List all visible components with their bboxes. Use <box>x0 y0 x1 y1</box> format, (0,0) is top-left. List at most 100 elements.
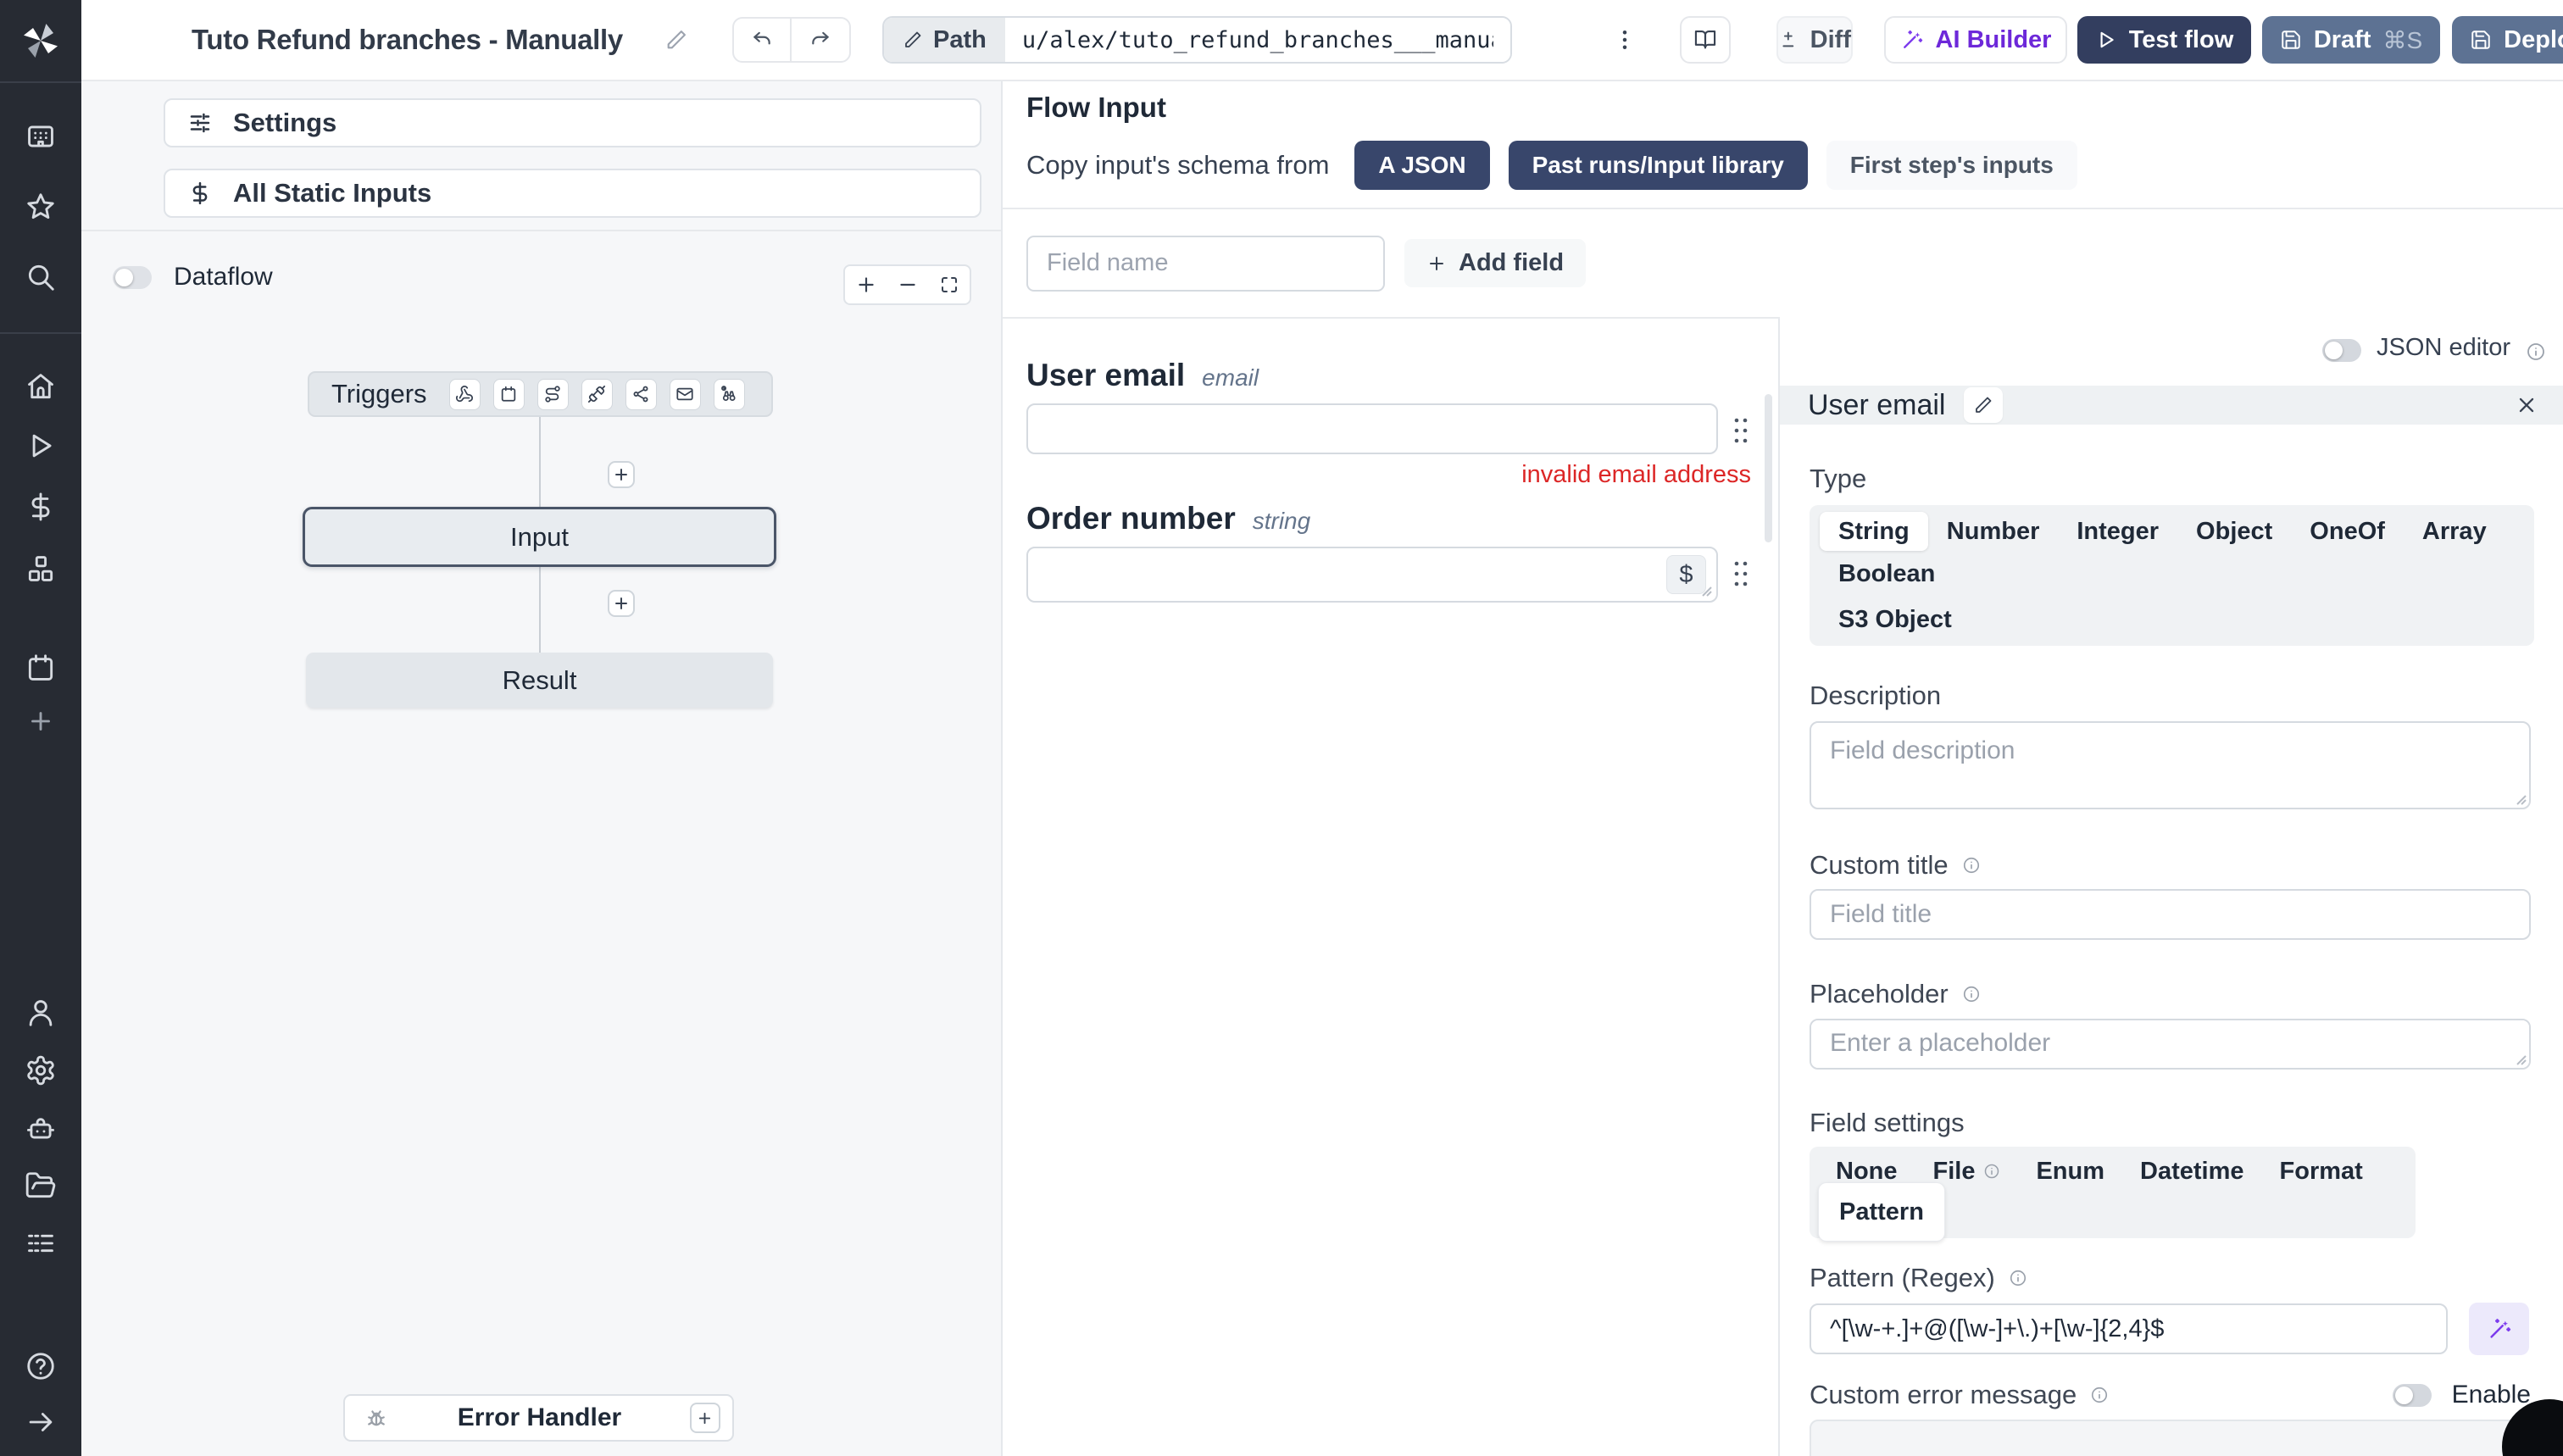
poll-watch-trigger-icon[interactable] <box>713 378 745 410</box>
play-icon <box>2100 31 2114 48</box>
websocket-trigger-icon[interactable] <box>581 378 613 410</box>
copy-from-past-runs-button[interactable]: Past runs/Input library <box>1508 141 1808 190</box>
field-name-input[interactable] <box>1026 235 1385 292</box>
type-option-oneof[interactable]: OneOf <box>2291 512 2404 551</box>
ai-builder-button[interactable]: AI Builder <box>1884 16 2067 64</box>
close-panel-button[interactable] <box>2510 389 2543 421</box>
type-option-integer[interactable]: Integer <box>2058 512 2177 551</box>
dataflow-toggle[interactable] <box>113 265 152 289</box>
email-trigger-icon[interactable] <box>669 378 701 410</box>
test-flow-button[interactable]: Test flow <box>2077 16 2251 64</box>
workspace-icon[interactable] <box>25 120 57 153</box>
path-edit-button[interactable]: Path <box>884 18 1005 62</box>
redo-button[interactable] <box>792 19 849 61</box>
insert-step-button[interactable] <box>608 461 635 488</box>
edit-title-pencil-icon[interactable] <box>664 28 688 52</box>
placeholder-textarea[interactable] <box>1810 1019 2531 1070</box>
info-icon[interactable] <box>1962 985 1981 1003</box>
home-icon[interactable] <box>25 370 57 403</box>
ai-regex-wand-button[interactable] <box>2469 1303 2529 1355</box>
add-error-handler-button[interactable] <box>689 1403 720 1433</box>
save-draft-button[interactable]: Draft ⌘S <box>2262 16 2440 64</box>
diff-button[interactable]: Diff <box>1776 16 1853 64</box>
order-number-value-input[interactable]: $ <box>1026 547 1718 603</box>
add-plus-icon[interactable] <box>25 705 57 737</box>
insert-step-button[interactable] <box>608 590 635 617</box>
info-icon[interactable] <box>2009 1269 2027 1287</box>
field-type: string <box>1252 508 1311 534</box>
kafka-trigger-icon[interactable] <box>625 378 657 410</box>
enable-label: Enable <box>2451 1381 2531 1409</box>
docs-button[interactable] <box>1680 16 1731 64</box>
validation-error: invalid email address <box>1521 461 1751 488</box>
variables-dollar-icon[interactable] <box>25 491 57 523</box>
folders-icon[interactable] <box>25 1170 57 1202</box>
resources-boxes-icon[interactable] <box>25 553 57 585</box>
undo-button[interactable] <box>734 19 792 61</box>
all-static-inputs-card[interactable]: All Static Inputs <box>164 169 981 218</box>
info-icon[interactable] <box>1962 856 1981 875</box>
plus-icon <box>1430 256 1443 270</box>
schedules-calendar-icon[interactable] <box>25 652 57 684</box>
custom-title-input[interactable] <box>1810 889 2531 940</box>
variable-picker-button[interactable]: $ <box>1666 555 1706 594</box>
flow-canvas[interactable]: Settings All Static Inputs Dataflow Trig… <box>81 81 1003 1456</box>
input-node[interactable]: Input <box>303 507 776 567</box>
pattern-row <box>1810 1303 2531 1355</box>
custom-error-toggle[interactable] <box>2392 1383 2432 1407</box>
setting-option-pattern[interactable]: Pattern <box>1818 1182 1945 1242</box>
add-field-button[interactable]: Add field <box>1404 239 1587 287</box>
path-input[interactable] <box>1004 18 1510 62</box>
copy-from-json-button[interactable]: A JSON <box>1354 141 1490 190</box>
type-option-array[interactable]: Array <box>2404 512 2505 551</box>
type-option-string[interactable]: String <box>1820 512 1928 551</box>
info-icon[interactable] <box>2526 342 2546 362</box>
type-option-boolean[interactable]: Boolean <box>1820 554 1954 593</box>
custom-error-textarea[interactable] <box>1810 1420 2531 1456</box>
audit-list-icon[interactable] <box>25 1227 57 1259</box>
zoom-fit-button[interactable] <box>928 266 970 303</box>
flow-input-body: Add field User email email <box>1003 209 2563 1456</box>
drag-handle-icon[interactable] <box>1732 559 1750 589</box>
scrollbar-thumb[interactable] <box>1765 394 1772 542</box>
user-icon[interactable] <box>25 997 57 1029</box>
zoom-out-button[interactable] <box>887 266 928 303</box>
property-editor-panel: JSON editor User email Type String Numbe… <box>1780 209 2563 1456</box>
copy-from-first-step-button[interactable]: First step's inputs <box>1826 141 2077 190</box>
description-textarea[interactable] <box>1810 721 2531 809</box>
add-field-row: Add field <box>1003 209 1780 319</box>
path-group: Path <box>882 16 1512 64</box>
settings-gear-icon[interactable] <box>25 1054 57 1086</box>
runs-play-icon[interactable] <box>25 430 57 462</box>
magic-wand-icon <box>1903 30 1922 48</box>
setting-option-enum[interactable]: Enum <box>2018 1152 2122 1191</box>
type-option-s3object[interactable]: S3 Object <box>1820 600 1971 639</box>
more-options-kebab-icon[interactable] <box>1605 20 1644 59</box>
setting-option-datetime[interactable]: Datetime <box>2122 1152 2262 1191</box>
triggers-node[interactable]: Triggers <box>308 371 773 417</box>
search-icon[interactable] <box>25 261 57 293</box>
schedule-trigger-icon[interactable] <box>492 378 525 410</box>
zoom-in-button[interactable] <box>845 266 887 303</box>
deploy-button[interactable]: Deploy <box>2452 16 2563 64</box>
type-option-object[interactable]: Object <box>2177 512 2291 551</box>
favorites-star-icon[interactable] <box>25 191 57 223</box>
json-editor-toggle[interactable] <box>2322 339 2362 362</box>
type-option-number[interactable]: Number <box>1928 512 2059 551</box>
http-route-trigger-icon[interactable] <box>537 378 569 410</box>
expand-sidebar-arrow-icon[interactable] <box>25 1406 57 1438</box>
error-handler-node[interactable]: Error Handler <box>343 1394 734 1442</box>
workers-bot-icon[interactable] <box>25 1112 57 1144</box>
info-icon[interactable] <box>2090 1386 2109 1404</box>
pattern-regex-input[interactable] <box>1810 1303 2448 1354</box>
user-email-value-input[interactable] <box>1026 403 1718 454</box>
setting-option-format[interactable]: Format <box>2262 1152 2381 1191</box>
result-node[interactable]: Result <box>306 653 773 708</box>
windmill-logo-icon[interactable] <box>20 20 61 61</box>
help-icon[interactable] <box>25 1350 57 1382</box>
webhook-trigger-icon[interactable] <box>448 378 481 410</box>
drag-handle-icon[interactable] <box>1732 415 1750 446</box>
settings-card[interactable]: Settings <box>164 98 981 147</box>
rename-field-button[interactable] <box>1964 387 2004 423</box>
undo-redo-group <box>732 17 851 63</box>
